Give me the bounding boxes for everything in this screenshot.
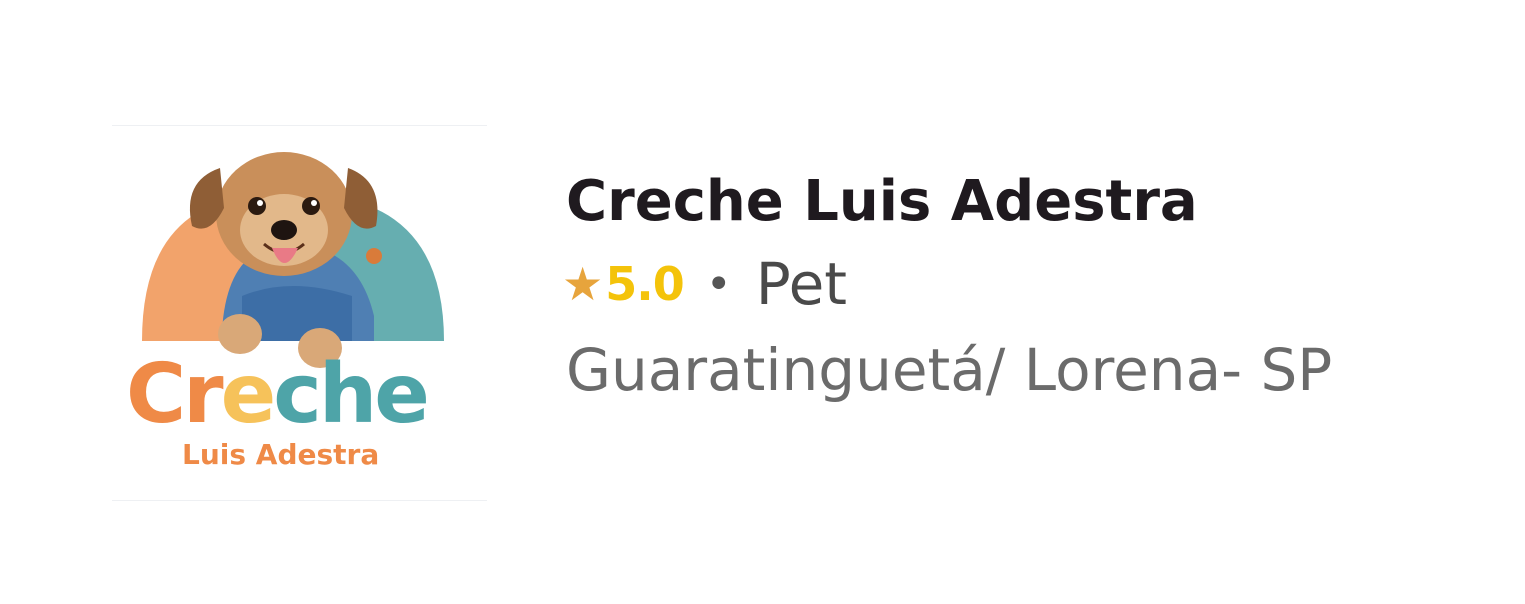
rating-row: ★ 5.0 • Pet: [562, 250, 1466, 318]
dog-logo-image: Creche Luis Adestra: [126, 152, 444, 471]
rating-value: 5.0: [605, 257, 684, 311]
svg-text:Creche: Creche: [126, 347, 427, 442]
svg-text:Luis Adestra: Luis Adestra: [182, 438, 379, 471]
business-card[interactable]: Creche Luis Adestra Creche Luis Adestra …: [0, 0, 1525, 604]
star-icon: ★: [562, 257, 604, 311]
business-name[interactable]: Creche Luis Adestra: [566, 160, 1466, 244]
business-location: Guaratinguetá/ Lorena- SP: [566, 336, 1333, 404]
separator-dot: •: [705, 258, 732, 310]
business-logo[interactable]: Creche Luis Adestra: [112, 125, 487, 501]
business-category: Pet: [755, 250, 848, 318]
business-info: Creche Luis Adestra ★ 5.0 • Pet Guaratin…: [562, 160, 1466, 408]
